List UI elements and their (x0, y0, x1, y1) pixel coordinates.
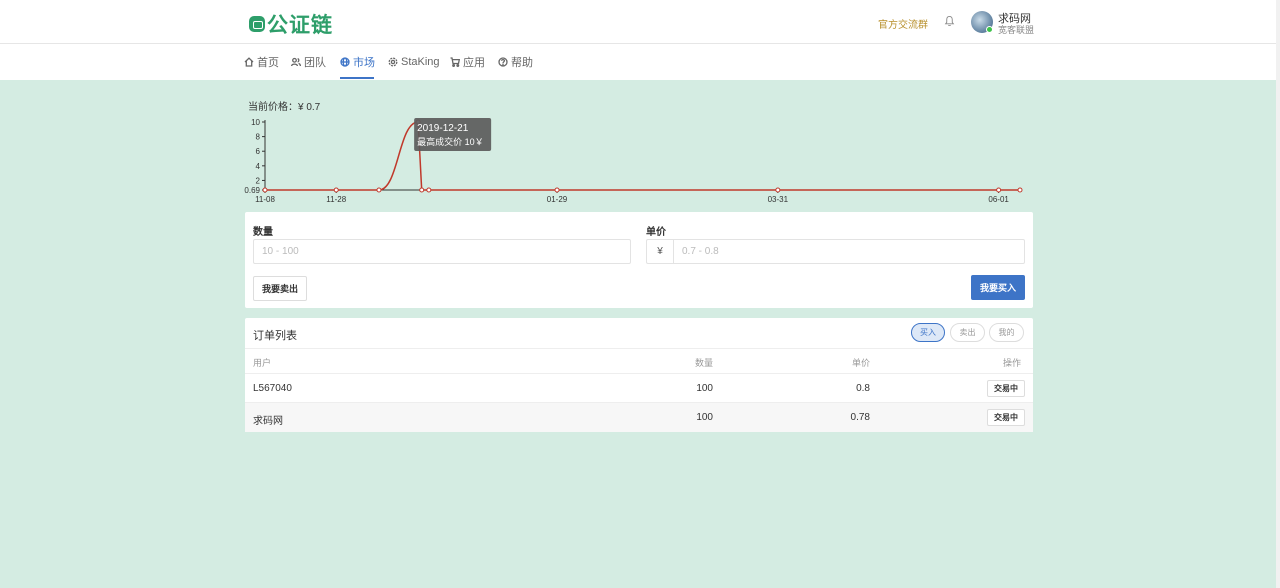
nav-item-help[interactable]: 帮助 (498, 55, 533, 69)
table-row: 求码网 100 0.78 交易中 (245, 402, 1033, 432)
y-tick-label: 6 (256, 147, 261, 156)
y-tick-label: 0.69 (244, 186, 260, 195)
series-line (265, 121, 1020, 191)
data-point (554, 187, 560, 193)
nav-item-apps[interactable]: 应用 (450, 55, 485, 69)
nav-item-label: 应用 (463, 57, 485, 69)
filter-sell-tab[interactable]: 卖出 (950, 323, 985, 342)
row-price: 0.8 (856, 383, 870, 394)
quantity-label: 数量 (253, 227, 273, 238)
bell-icon[interactable] (944, 15, 955, 27)
y-tick-label: 10 (251, 118, 260, 127)
data-point (775, 187, 781, 193)
y-tick-label: 4 (256, 162, 261, 171)
trade-status-button[interactable]: 交易中 (987, 380, 1025, 397)
y-tick-label: 2 (256, 176, 261, 185)
table-header: 用户 数量 单价 操作 (245, 348, 1033, 373)
trade-status-button[interactable]: 交易中 (987, 409, 1025, 426)
data-point (426, 187, 432, 193)
column-header-action: 操作 (1002, 358, 1021, 368)
main-nav: 首页 团队 市场 StaKing 应用 帮助 (0, 44, 1276, 80)
users-icon (291, 57, 301, 67)
tooltip-text: 最高成交价 10￥ (417, 136, 484, 147)
row-user: 求码网 (253, 416, 283, 427)
buy-button[interactable]: 我要买入 (971, 275, 1025, 300)
online-status-dot (986, 26, 993, 33)
nav-item-staking[interactable]: StaKing (388, 55, 440, 69)
nav-item-market[interactable]: 市场 (340, 55, 375, 69)
data-point (376, 187, 382, 193)
nav-item-home[interactable]: 首页 (244, 55, 279, 69)
price-chart: 0.69 2 4 6 8 10 11-08 11-28 01-29 03-31 06-01 2019-… (240, 112, 1030, 208)
x-tick-label: 11-08 (255, 195, 275, 204)
home-icon (244, 57, 254, 67)
help-icon (498, 57, 508, 67)
settings-icon (388, 57, 398, 67)
x-tick-label: 06-01 (988, 195, 1009, 204)
data-point (996, 187, 1002, 193)
filter-buy-tab[interactable]: 买入 (911, 323, 945, 342)
unit-price-input[interactable] (673, 239, 1025, 264)
nav-item-label: 首页 (257, 57, 279, 69)
filter-mine-tab[interactable]: 我的 (989, 323, 1024, 342)
data-point (333, 187, 339, 193)
globe-icon (340, 57, 350, 67)
top-bar: 公证链 官方交流群 求码网 宽客联盟 (0, 0, 1276, 44)
order-list: 订单列表 买入 卖出 我的 用户 数量 单价 操作 L567040 100 0.… (245, 318, 1033, 432)
row-quantity: 100 (696, 383, 713, 394)
column-header-price: 单价 (851, 358, 870, 368)
nav-item-label: StaKing (401, 56, 440, 68)
x-tick-label: 01-29 (547, 195, 568, 204)
trade-form: 数量 单价 ¥ 我要卖出 我要买入 (245, 212, 1033, 308)
order-list-title: 订单列表 (253, 330, 297, 342)
table-row: L567040 100 0.8 交易中 (245, 373, 1033, 402)
quantity-input[interactable] (253, 239, 631, 264)
row-user: L567040 (253, 383, 292, 394)
x-tick-label: 03-31 (768, 195, 789, 204)
column-header-quantity: 数量 (694, 358, 713, 368)
row-price: 0.78 (850, 412, 870, 423)
price-chart-svg: 0.692 4 6 8 10 11-08 11-28 01-29 03-31 06-01 2019-… (244, 118, 1023, 204)
logo-text: 公证链 (267, 14, 333, 37)
logo[interactable]: 公证链 (249, 9, 333, 39)
nav-item-label: 市场 (353, 57, 375, 69)
nav-item-label: 帮助 (511, 57, 533, 69)
tooltip-date: 2019-12-21 (417, 123, 469, 134)
nav-item-label: 团队 (304, 57, 326, 69)
user-subtitle: 宽客联盟 (998, 25, 1035, 35)
nav-item-team[interactable]: 团队 (291, 55, 326, 69)
sell-button[interactable]: 我要卖出 (253, 276, 307, 301)
logo-icon (249, 16, 265, 32)
data-point (262, 187, 268, 193)
column-header-user: 用户 (253, 358, 272, 368)
community-group-link[interactable]: 官方交流群 (878, 16, 928, 31)
cart-icon (450, 57, 460, 67)
current-price: 当前价格：¥ 0.7 (248, 98, 320, 113)
y-tick-label: 8 (256, 133, 261, 142)
scrollbar[interactable] (1276, 0, 1280, 588)
active-tab-indicator (340, 77, 374, 79)
data-point (419, 187, 425, 193)
currency-prefix: ¥ (646, 239, 673, 264)
x-tick-label: 11-28 (326, 195, 346, 204)
data-point (1017, 187, 1023, 193)
row-quantity: 100 (696, 412, 713, 423)
unit-price-label: 单价 (646, 227, 666, 238)
